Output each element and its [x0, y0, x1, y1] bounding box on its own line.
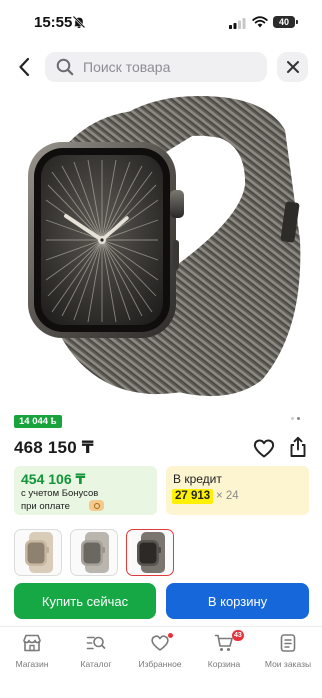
catalog-search-icon	[86, 636, 106, 650]
status-bar: 15:55 40	[0, 0, 322, 44]
variant-thumbnail-selected[interactable]	[126, 529, 174, 576]
variant-thumbnail[interactable]	[70, 529, 118, 576]
search-input[interactable]	[83, 59, 243, 75]
tab-label: Корзина	[207, 659, 241, 669]
product-image	[28, 96, 301, 397]
notification-dot	[168, 633, 173, 638]
credit-monthly-amount: 27 913	[172, 489, 214, 504]
tab-label: Магазин	[15, 659, 49, 669]
credit-months: × 24	[216, 490, 239, 502]
bonus-caption: с учетом Бонусов	[21, 488, 99, 499]
back-button[interactable]	[10, 50, 38, 84]
search-box[interactable]	[45, 52, 267, 82]
heart-icon	[253, 439, 275, 458]
gallery-pagination	[291, 417, 300, 420]
orders-icon	[280, 634, 296, 652]
watch-thumbnail-image	[25, 532, 53, 573]
chevron-left-icon	[19, 57, 30, 77]
status-time: 15:55	[34, 14, 73, 31]
bonus-badge: 14 044 ҍ	[14, 415, 62, 428]
add-to-cart-button[interactable]: В корзину	[166, 583, 309, 619]
battery-icon	[296, 20, 298, 24]
tab-store[interactable]: Магазин	[0, 633, 64, 677]
favorite-button[interactable]	[252, 437, 276, 459]
cart-count-badge: 43	[232, 630, 244, 641]
color-variants	[14, 529, 214, 576]
tab-cart[interactable]: 43 Корзина	[192, 630, 256, 677]
variant-thumbnail[interactable]	[14, 529, 62, 576]
battery-level: 40	[273, 16, 295, 28]
pagination-dot-active	[297, 417, 300, 420]
cellular-signal-icon	[229, 16, 246, 34]
bonus-offer-card[interactable]: 454 106 ₸ с учетом Бонусов при оплате	[14, 466, 157, 515]
search-icon	[56, 58, 74, 76]
pagination-dot	[291, 417, 294, 420]
store-icon	[23, 634, 41, 652]
cart-icon	[214, 634, 233, 651]
product-gallery[interactable]	[0, 90, 322, 408]
product-price: 468 150 ₸	[14, 438, 94, 457]
heart-icon	[151, 635, 169, 651]
tab-catalog[interactable]: Каталог	[64, 633, 128, 677]
bonus-coin-icon	[89, 500, 104, 511]
bell-slash-icon	[72, 15, 86, 29]
tab-label: Избранное	[138, 659, 182, 669]
wifi-icon	[252, 15, 268, 33]
share-icon	[290, 436, 306, 457]
top-bar	[0, 44, 322, 90]
share-button[interactable]	[286, 435, 310, 459]
bonus-payment-caption: при оплате	[21, 501, 70, 512]
close-button[interactable]	[277, 52, 308, 82]
credit-title: В кредит	[173, 472, 222, 486]
close-icon	[286, 61, 299, 73]
bonus-price: 454 106 ₸	[21, 471, 86, 487]
tab-label: Каталог	[80, 659, 112, 669]
tab-favorites[interactable]: Избранное	[128, 633, 192, 677]
tab-orders[interactable]: Мои заказы	[256, 633, 320, 677]
watch-thumbnail-image	[81, 532, 109, 573]
watch-thumbnail-image	[137, 532, 165, 573]
buy-now-button[interactable]: Купить сейчас	[14, 583, 156, 619]
bottom-tab-bar: Магазин Каталог Избранное 43 Корзина Мои…	[0, 626, 322, 698]
credit-offer-card[interactable]: В кредит 27 913 × 24	[166, 466, 309, 515]
tab-label: Мои заказы	[264, 659, 312, 669]
